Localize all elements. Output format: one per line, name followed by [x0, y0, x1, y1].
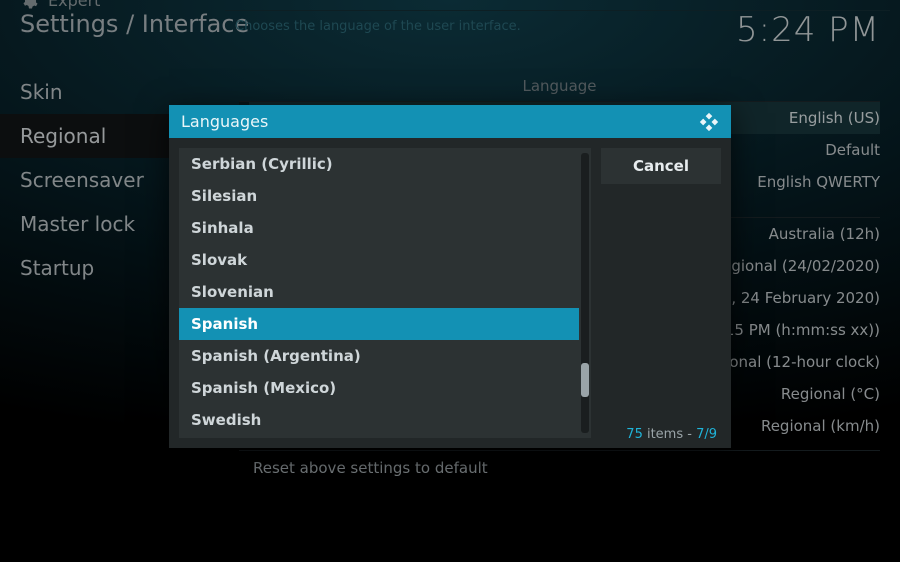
dialog-title: Languages [181, 112, 268, 131]
language-option[interactable]: Spanish (Argentina) [179, 340, 579, 372]
list-pager: 75 items - 7/9 [626, 427, 717, 442]
language-option[interactable]: Sinhala [179, 212, 579, 244]
language-option[interactable]: Swedish [179, 404, 579, 436]
pager-page: 7/9 [696, 427, 717, 442]
modal-overlay: Languages Serbian (Cyrillic)SilesianSinh… [0, 0, 900, 562]
language-list: Serbian (Cyrillic)SilesianSinhalaSlovakS… [179, 148, 591, 438]
language-option[interactable]: Silesian [179, 180, 579, 212]
kodi-logo-icon [699, 112, 719, 132]
pager-total: 75 [626, 427, 643, 442]
languages-dialog: Languages Serbian (Cyrillic)SilesianSinh… [169, 105, 731, 448]
language-option[interactable]: Serbian (Cyrillic) [179, 148, 579, 180]
language-option[interactable]: Spanish (Mexico) [179, 372, 579, 404]
cancel-button[interactable]: Cancel [601, 148, 721, 184]
language-option[interactable]: Slovak [179, 244, 579, 276]
language-option[interactable]: Spanish [179, 308, 579, 340]
language-option[interactable]: Slovenian [179, 276, 579, 308]
scrollbar-thumb[interactable] [581, 363, 589, 397]
dialog-header: Languages [169, 105, 731, 138]
list-scrollbar[interactable] [581, 153, 589, 433]
